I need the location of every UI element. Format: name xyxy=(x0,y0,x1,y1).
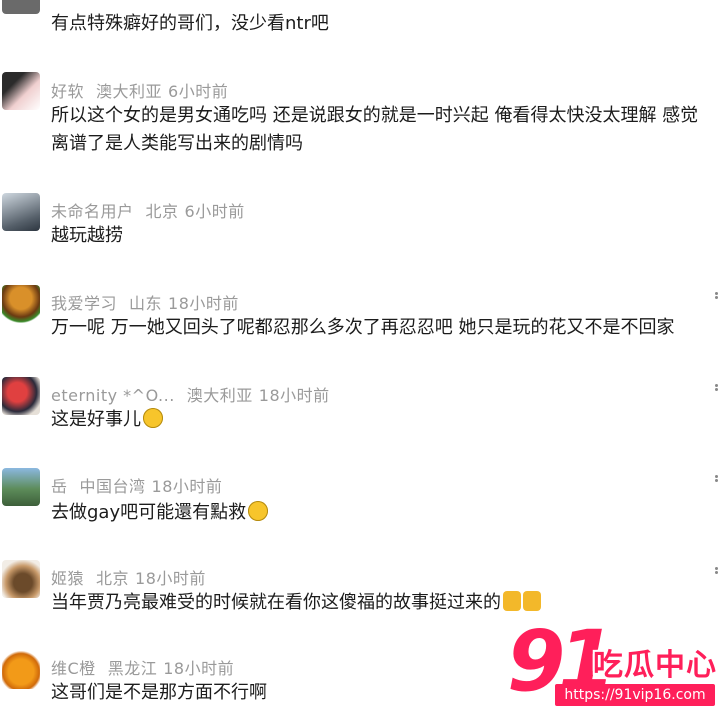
more-options-icon[interactable] xyxy=(715,291,720,305)
location: 黑龙江 xyxy=(107,659,158,678)
timestamp: 18小时前 xyxy=(135,569,206,588)
avatar[interactable] xyxy=(2,0,40,14)
comment-meta: 维C橙 黑龙江 18小时前 xyxy=(51,655,234,679)
comment-text: 这是好事儿 xyxy=(51,406,720,434)
username[interactable]: 我爱学习 xyxy=(51,294,117,313)
watermark-logo: 91 吃瓜中心 https://91vip16.com xyxy=(505,612,720,718)
timestamp: 18小时前 xyxy=(168,294,239,313)
comment-meta: eternity *^O... 澳大利亚 18小时前 xyxy=(51,382,330,406)
comment-meta: 未命名用户 北京 6小时前 xyxy=(51,198,245,222)
comment-text: 所以这个女的是男女通吃吗 还是说跟女的就是一时兴起 俺看得太快没太理解 感觉 xyxy=(51,105,699,126)
username[interactable]: eternity *^O... xyxy=(51,386,175,405)
avatar[interactable] xyxy=(2,285,40,323)
location: 澳大利亚 xyxy=(186,386,253,405)
timestamp: 18小时前 xyxy=(151,477,223,496)
more-options-icon[interactable] xyxy=(715,566,720,580)
comment-meta: 我爱学习 山东 18小时前 xyxy=(51,290,239,314)
grimace-emoji-icon xyxy=(143,408,163,428)
watermark-title: 吃瓜中心 xyxy=(593,648,717,683)
comment-text: 有点特殊癖好的哥们，没少看ntr吧 xyxy=(51,13,329,34)
timestamp: 18小时前 xyxy=(163,659,235,678)
timestamp: 6小时前 xyxy=(168,82,229,101)
username[interactable]: 岳 xyxy=(51,477,68,496)
watermark-url: https://91vip16.com xyxy=(555,684,715,706)
timestamp: 6小时前 xyxy=(184,202,245,221)
location: 中国台湾 xyxy=(79,477,146,496)
comment-text: 当年贾乃亮最难受的时候就在看你这傻福的故事挺过来的 xyxy=(51,589,720,617)
username[interactable]: 好软 xyxy=(51,82,84,101)
avatar[interactable] xyxy=(2,377,40,415)
username[interactable]: 未命名用户 xyxy=(51,202,134,221)
avatar[interactable] xyxy=(2,468,40,506)
comment-text-line2: 离谱了是人类能写出来的剧情吗 xyxy=(51,133,303,154)
username[interactable]: 姬猿 xyxy=(51,569,84,588)
avatar[interactable] xyxy=(2,560,40,598)
comment-meta: 岳中国台湾 18小时前 xyxy=(51,473,222,497)
more-options-icon[interactable] xyxy=(715,383,720,397)
comment-text: 去做gay吧可能還有點救 xyxy=(51,499,720,527)
username[interactable]: 维C橙 xyxy=(51,659,96,678)
location: 山东 xyxy=(129,294,163,313)
comment-meta: 姬猿 北京 18小时前 xyxy=(51,565,206,589)
location: 澳大利亚 xyxy=(96,82,163,101)
flushed-emoji-icon xyxy=(248,501,269,521)
avatar[interactable] xyxy=(2,193,40,231)
location: 北京 xyxy=(145,202,179,221)
thumbs-up-icon xyxy=(503,591,521,611)
avatar[interactable] xyxy=(2,651,40,689)
thumbs-up-icon xyxy=(523,591,541,611)
more-options-icon[interactable] xyxy=(715,474,720,488)
avatar[interactable] xyxy=(2,72,40,110)
comment-text: 越玩越捞 xyxy=(51,225,123,246)
timestamp: 18小时前 xyxy=(258,386,330,405)
comment-meta: 好软 澳大利亚 6小时前 xyxy=(51,78,228,102)
location: 北京 xyxy=(96,569,130,588)
comment-text: 万一呢 万一她又回头了呢都忍那么多次了再忍忍吧 她只是玩的花又不是不回家 xyxy=(51,317,675,338)
